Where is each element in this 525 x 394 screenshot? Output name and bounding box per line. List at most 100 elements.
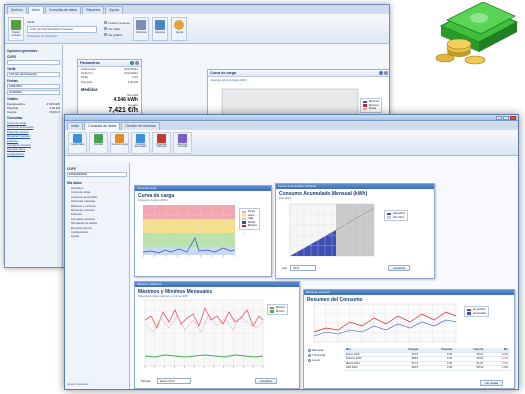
close-icon[interactable] bbox=[510, 116, 516, 120]
ribbon-button[interactable]: Cargar datos bbox=[68, 131, 87, 154]
table-cell: 3,30 bbox=[420, 365, 455, 371]
card-caption-bar: Consumo Acumulado Mensual bbox=[276, 184, 434, 189]
x-axis-ticks bbox=[142, 255, 236, 257]
total-label: Importe bbox=[7, 110, 17, 114]
year-select[interactable]: 2012 bbox=[290, 265, 316, 271]
radio-chart[interactable]: Ver gráfico bbox=[104, 33, 130, 37]
front-tab-bills[interactable]: Gestión de facturas bbox=[121, 122, 160, 130]
front-ribbon-tabs: Inicio Consulta de datos Gestión de fact… bbox=[65, 121, 518, 130]
ribbon-button-label: Resumen mensual bbox=[177, 142, 188, 149]
group-caption: Parámetros de facturación bbox=[27, 34, 58, 38]
back-tab-data[interactable]: Consulta de datos bbox=[44, 6, 82, 14]
ribbon-button-icon bbox=[94, 133, 103, 143]
results-title: Medidas bbox=[81, 86, 98, 92]
radio-dot-icon bbox=[104, 21, 107, 24]
panel-title: Parámetros bbox=[80, 61, 100, 65]
back-tab-home[interactable]: Inicio bbox=[27, 6, 44, 14]
maxmin-legend: Máximo Mínimo bbox=[267, 304, 289, 316]
ribbon-button-label: Exportar bbox=[93, 142, 104, 146]
date-to-input[interactable]: 31/12/2012 bbox=[7, 90, 60, 95]
ribbon-button-label: Consumo acumulado bbox=[134, 142, 147, 149]
update-button[interactable]: Actualizar bbox=[388, 265, 411, 271]
detail-button[interactable]: Ver detalle bbox=[480, 380, 504, 386]
front-tab-data[interactable]: Consulta de datos bbox=[84, 122, 121, 130]
help-button[interactable]: Ayuda bbox=[171, 16, 188, 41]
front-tab-home[interactable]: Inicio bbox=[67, 122, 84, 130]
front-titlebar bbox=[65, 115, 518, 121]
table-cell: 58,44 bbox=[454, 365, 486, 371]
legend-swatch bbox=[242, 217, 246, 221]
totals-label: Totales bbox=[7, 97, 18, 101]
summary-table: Mes Energía Potencia Importe Dif. Enero 2012 4… bbox=[344, 348, 510, 371]
period-select[interactable]: Enero 2012 bbox=[157, 378, 191, 384]
maxmin-card: Máximos y Mínimos Máximos y Mínimos Mens… bbox=[134, 281, 300, 389]
total-row: Importe 744,51 € bbox=[7, 110, 60, 114]
export-icon bbox=[155, 19, 166, 30]
ribbon-button-icon bbox=[73, 133, 82, 143]
summary-option[interactable]: Trimestral bbox=[308, 353, 325, 357]
tariff-select[interactable]: 2.0A (sin discriminación) bbox=[7, 72, 60, 77]
ribbon-button-label: Curva de carga bbox=[111, 142, 128, 146]
date-from-input[interactable]: 01/01/2012 bbox=[7, 84, 60, 89]
parameter-value: 3,30 kW bbox=[127, 79, 138, 84]
ribbon-button[interactable]: Potencias máximas bbox=[152, 131, 171, 154]
radio-summary[interactable]: Cuadro resumen bbox=[104, 21, 130, 25]
cumulative-legend: Real 2012 Año 2011 bbox=[384, 210, 408, 222]
summary-option[interactable]: Anual bbox=[308, 358, 325, 362]
radio-dot-icon bbox=[104, 27, 107, 30]
summary-card: Resumen mensual Resumen del Consumo En p… bbox=[303, 289, 515, 389]
legend-label: Mínimo bbox=[276, 309, 285, 313]
refresh-icon[interactable] bbox=[384, 71, 388, 75]
sidebar-section-label: Opciones generales bbox=[7, 49, 38, 53]
update-button[interactable]: Actualizar bbox=[255, 378, 278, 384]
tariff-label: Tarifa bbox=[7, 67, 16, 71]
table-row[interactable]: Abril 2012 352,9 3,30 58,44 1,9% bbox=[344, 365, 510, 371]
ribbon-button[interactable]: Curva de carga bbox=[110, 131, 129, 154]
ribbon-button-icon bbox=[178, 133, 187, 143]
summary-legend: En periodo Acumulado bbox=[464, 306, 489, 318]
back-ribbon-tabs: Archivo Inicio Consulta de datos Reporte… bbox=[5, 5, 389, 14]
back-tab-reports[interactable]: Reportes bbox=[82, 6, 105, 14]
sidebar-footer: Usuario conectado bbox=[67, 383, 89, 386]
back-tab-file[interactable]: Archivo bbox=[7, 6, 27, 14]
table-cell: 1,9% bbox=[485, 365, 510, 371]
front-sidebar-links: Contratos Curva de carga Consumo acumulado… bbox=[67, 186, 127, 239]
year-select-label: Año bbox=[282, 266, 287, 270]
summary-options: Mensual Trimestral Anual bbox=[308, 348, 325, 363]
cups-label: CUPS bbox=[7, 55, 16, 59]
new-contract-button[interactable]: Nuevo contrato bbox=[8, 16, 24, 41]
refresh-icon[interactable] bbox=[135, 61, 139, 65]
minimize-icon[interactable] bbox=[496, 116, 502, 120]
radio-dot-icon bbox=[308, 348, 311, 352]
legend-label: Máximo bbox=[248, 224, 258, 228]
sidebar-link[interactable]: Configuración bbox=[7, 152, 60, 156]
panel-titlebar: Parámetros bbox=[78, 60, 141, 67]
tariff-field[interactable]: 2.0A (sin discriminación horaria) bbox=[27, 25, 97, 33]
export-button[interactable]: Exportar bbox=[152, 16, 169, 41]
legend-swatch bbox=[242, 224, 246, 228]
legend-swatch bbox=[467, 312, 471, 315]
ribbon-button-label: Cargar datos bbox=[70, 142, 85, 146]
legend-swatch bbox=[467, 308, 471, 311]
front-cups-select[interactable]: ES0021000000 bbox=[67, 172, 127, 177]
sidebar-link[interactable]: Ayuda bbox=[71, 234, 127, 238]
radio-dot-icon bbox=[308, 353, 311, 357]
maximize-icon[interactable] bbox=[503, 116, 509, 120]
options-button[interactable]: Opciones bbox=[133, 16, 150, 41]
back-tab-help[interactable]: Ayuda bbox=[105, 6, 124, 14]
info-icon[interactable] bbox=[379, 71, 383, 75]
summary-option[interactable]: Mensual bbox=[308, 348, 325, 352]
ribbon-button[interactable]: Resumen mensual bbox=[173, 131, 192, 154]
ribbon-button[interactable]: Consumo acumulado bbox=[131, 131, 150, 154]
info-icon[interactable] bbox=[130, 61, 134, 65]
card-caption-bar: Resumen mensual bbox=[304, 290, 514, 295]
summary-option-label: Mensual bbox=[312, 348, 324, 352]
cups-input[interactable] bbox=[7, 60, 60, 65]
links-label: Consultas bbox=[7, 116, 23, 120]
radio-table[interactable]: Ver tabla bbox=[104, 27, 130, 31]
ribbon-button[interactable]: Exportar bbox=[89, 131, 108, 154]
x-axis-ticks bbox=[144, 366, 264, 368]
contract-icon bbox=[11, 19, 21, 30]
card-caption-bar: Curva de carga bbox=[135, 186, 271, 191]
legend-swatch bbox=[242, 210, 246, 213]
